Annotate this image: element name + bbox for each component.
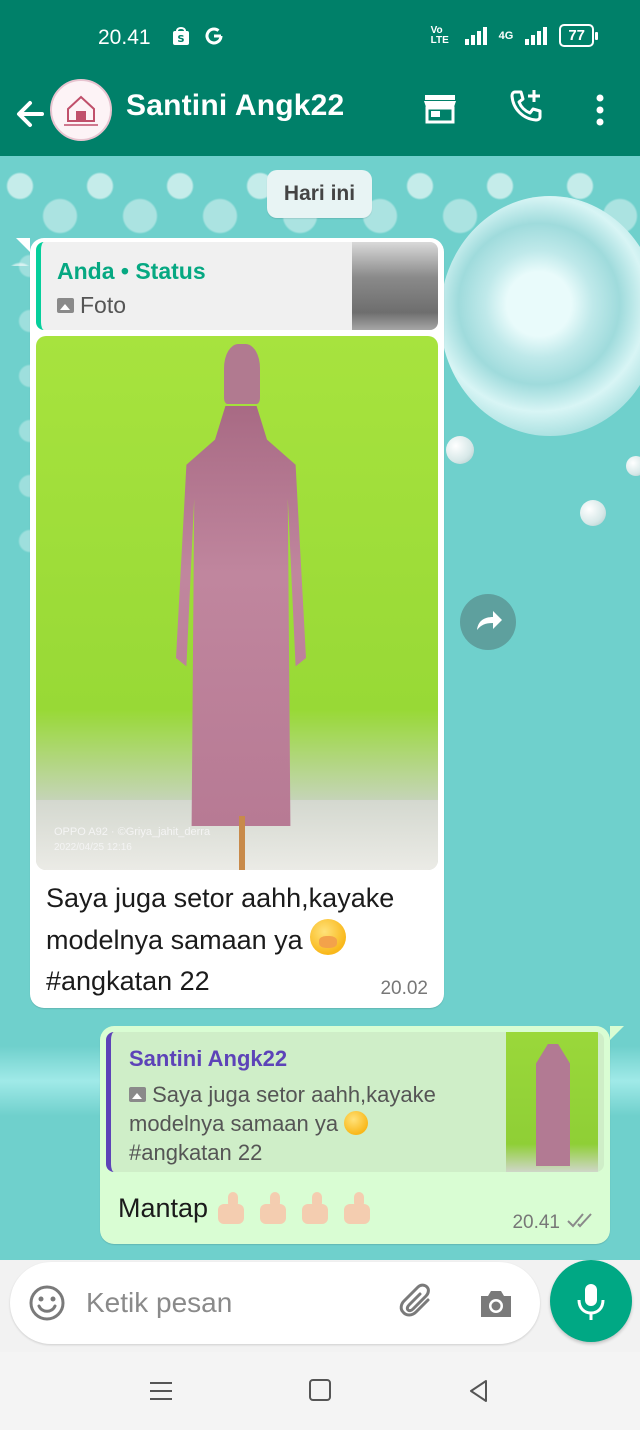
store-icon[interactable] — [420, 88, 460, 128]
message-line: #angkatan 22 — [46, 966, 210, 996]
signal-bars-2-icon — [525, 26, 548, 45]
nav-back-icon[interactable] — [466, 1378, 492, 1404]
chat-header: Santini Angk22 — [0, 76, 640, 156]
thumbs-up-emoji-icon — [298, 1190, 334, 1226]
quote-text: Saya juga setor aahh,kayake modelnya sam… — [129, 1080, 489, 1167]
add-call-icon[interactable] — [506, 86, 546, 126]
outgoing-message-meta: 20.41 — [512, 1212, 596, 1234]
read-ticks-icon — [566, 1212, 596, 1234]
outgoing-message-text: Mantap — [118, 1190, 376, 1226]
quoted-status-reply[interactable]: Anda • Status Foto — [36, 242, 438, 330]
network-type-label: 4G — [498, 29, 514, 42]
message-line: modelnya samaan ya — [46, 919, 426, 961]
message-input[interactable] — [86, 1282, 386, 1324]
quote-type: Foto — [57, 292, 126, 319]
watermark-line2: 2022/04/25 12:16 — [54, 842, 132, 853]
quote-thumbnail — [352, 242, 438, 330]
system-nav-bar — [0, 1352, 640, 1430]
chat-area[interactable]: Hari ini Anda • Status Foto OPPO A92 · ©… — [0, 156, 640, 1260]
message-photo[interactable]: OPPO A92 · ©Griya_jahit_derra 2022/04/25… — [36, 336, 438, 870]
wallpaper-pearl — [626, 456, 640, 476]
wallpaper-rose — [440, 196, 640, 436]
quote-author: Anda • Status — [57, 258, 206, 284]
wallpaper-pearl — [446, 436, 474, 464]
message-text: Mantap — [118, 1192, 209, 1223]
quote-line: Saya juga setor aahh,kayake — [129, 1080, 489, 1109]
quote-line: modelnya samaan ya — [129, 1109, 489, 1138]
giggle-emoji-icon — [310, 919, 347, 955]
quote-line: #angkatan 22 — [129, 1140, 263, 1165]
quote-author: Santini Angk22 — [129, 1046, 288, 1071]
quote-thumbnail — [506, 1032, 598, 1172]
status-time: 20.41 — [98, 26, 151, 49]
attach-icon[interactable] — [398, 1282, 438, 1322]
thumbs-up-emoji-icon — [256, 1190, 292, 1226]
contact-avatar[interactable] — [50, 79, 112, 141]
quote-line-text: Saya juga setor aahh,kayake — [152, 1082, 436, 1107]
signal-bars-icon — [464, 26, 487, 45]
outgoing-message-bubble[interactable]: Santini Angk22 Saya juga setor aahh,kaya… — [100, 1026, 624, 1244]
dress-image — [176, 406, 306, 826]
message-line-text: modelnya samaan ya — [46, 925, 303, 955]
google-notification-icon — [204, 26, 224, 51]
more-options-icon[interactable] — [588, 90, 612, 130]
quote-type-label: Foto — [80, 292, 127, 318]
photo-watermark: OPPO A92 · ©Griya_jahit_derra 2022/04/25… — [54, 824, 210, 856]
status-bar: 20.41 S Vo LTE 4G 77 — [0, 0, 640, 76]
message-line: Saya juga setor aahh,kayake — [46, 883, 395, 913]
forward-button[interactable] — [460, 594, 516, 650]
watermark-line1: OPPO A92 · ©Griya_jahit_derra — [54, 826, 211, 838]
back-arrow-icon[interactable] — [12, 94, 52, 134]
volte-icon: Vo LTE — [430, 24, 449, 46]
incoming-message-text: Saya juga setor aahh,kayake modelnya sam… — [46, 878, 426, 1002]
camera-icon[interactable] — [476, 1284, 516, 1324]
outgoing-message-time: 20.41 — [512, 1212, 560, 1233]
incoming-message-time: 20.02 — [380, 978, 428, 999]
battery-icon: 77 — [559, 24, 598, 47]
quoted-message-reply[interactable]: Santini Angk22 Saya juga setor aahh,kaya… — [106, 1032, 604, 1172]
mannequin-stand — [239, 816, 245, 870]
thumbs-up-emoji-icon — [214, 1190, 250, 1226]
emoji-icon[interactable] — [28, 1284, 66, 1322]
home-icon[interactable] — [309, 1379, 331, 1401]
photo-icon — [57, 298, 74, 313]
photo-icon — [129, 1087, 146, 1102]
message-composer — [10, 1262, 540, 1344]
recent-apps-icon[interactable] — [148, 1378, 174, 1404]
shopee-notification-icon: S — [172, 26, 190, 51]
microphone-icon — [573, 1280, 609, 1322]
wallpaper-pearl — [580, 500, 606, 526]
quote-line-text: modelnya samaan ya — [129, 1111, 339, 1136]
giggle-emoji-icon — [344, 1111, 369, 1135]
date-divider: Hari ini — [267, 170, 372, 218]
incoming-message-bubble[interactable]: Anda • Status Foto OPPO A92 · ©Griya_jah… — [16, 238, 444, 1008]
svg-text:S: S — [177, 34, 184, 45]
thumbs-up-emoji-icon — [340, 1190, 376, 1226]
mannequin-head — [224, 344, 260, 404]
voice-record-button[interactable] — [550, 1260, 632, 1342]
chat-title[interactable]: Santini Angk22 — [126, 89, 344, 123]
dress-thumbnail — [536, 1044, 570, 1166]
